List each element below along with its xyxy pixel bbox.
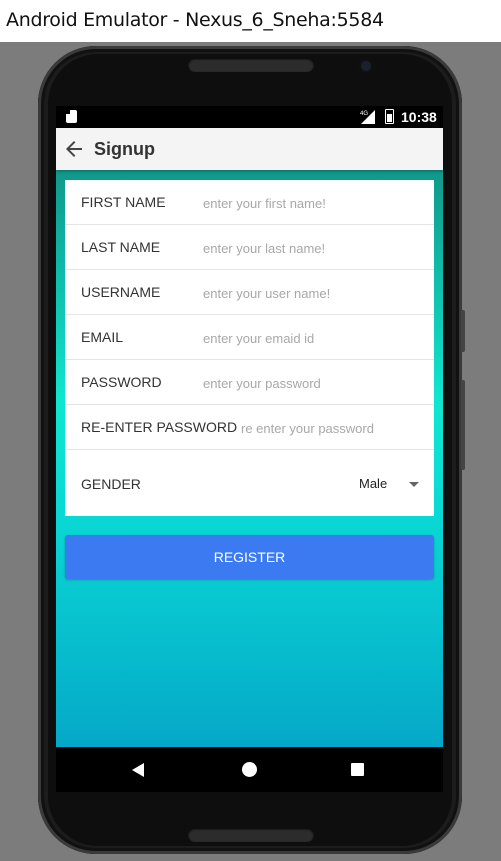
status-time: 10:38 — [401, 109, 437, 125]
emulator-title-bar: Android Emulator - Nexus_6_Sneha:5584 — [0, 0, 501, 42]
first-name-label: FIRST NAME — [81, 194, 166, 210]
page-title: Signup — [94, 139, 155, 159]
sd-card-icon — [66, 110, 77, 123]
dropdown-arrow-icon — [409, 482, 419, 487]
nav-back-icon[interactable] — [132, 763, 144, 777]
back-arrow-icon[interactable] — [62, 137, 86, 161]
password-row: PASSWORD — [65, 360, 434, 405]
nav-recents-icon[interactable] — [351, 763, 364, 776]
emulator-window-title: Android Emulator - Nexus_6_Sneha:5584 — [6, 9, 384, 31]
last-name-label: LAST NAME — [81, 239, 161, 255]
power-button[interactable] — [461, 310, 465, 352]
app-bar: Signup — [56, 128, 443, 170]
signup-form: FIRST NAME LAST NAME USERNAME EMAIL PASS… — [65, 180, 434, 516]
signup-content: FIRST NAME LAST NAME USERNAME EMAIL PASS… — [56, 170, 443, 747]
status-bar: 4G 10:38 — [56, 106, 443, 128]
username-input[interactable] — [203, 283, 423, 303]
nav-home-icon[interactable] — [242, 762, 257, 777]
front-camera — [361, 61, 371, 71]
gender-label: GENDER — [81, 476, 141, 492]
gender-row: GENDER Male — [65, 451, 434, 516]
battery-icon — [385, 109, 394, 124]
device-screen: 4G 10:38 Signup FIRST NAME LAST NAME USE… — [56, 106, 443, 792]
password-input[interactable] — [203, 373, 423, 393]
first-name-input[interactable] — [203, 193, 423, 213]
signal-icon: 4G — [360, 110, 375, 124]
username-label: USERNAME — [81, 284, 161, 300]
email-label: EMAIL — [81, 329, 124, 345]
top-speaker — [188, 58, 314, 72]
username-row: USERNAME — [65, 270, 434, 315]
last-name-row: LAST NAME — [65, 225, 434, 270]
last-name-input[interactable] — [203, 238, 423, 258]
gender-selected-value: Male — [359, 476, 388, 491]
reenter-password-input[interactable] — [241, 418, 427, 438]
gender-dropdown[interactable]: Male — [345, 474, 425, 496]
email-row: EMAIL — [65, 315, 434, 360]
network-type-label: 4G — [360, 111, 368, 117]
email-input[interactable] — [203, 328, 423, 348]
navigation-bar — [56, 747, 443, 792]
password-label: PASSWORD — [81, 374, 162, 390]
first-name-row: FIRST NAME — [65, 180, 434, 225]
bottom-speaker — [188, 828, 314, 842]
register-button[interactable]: REGISTER — [65, 535, 434, 579]
reenter-password-row: RE-ENTER PASSWORD — [65, 405, 434, 450]
volume-button[interactable] — [461, 380, 465, 470]
reenter-password-label: RE-ENTER PASSWORD — [81, 419, 238, 435]
